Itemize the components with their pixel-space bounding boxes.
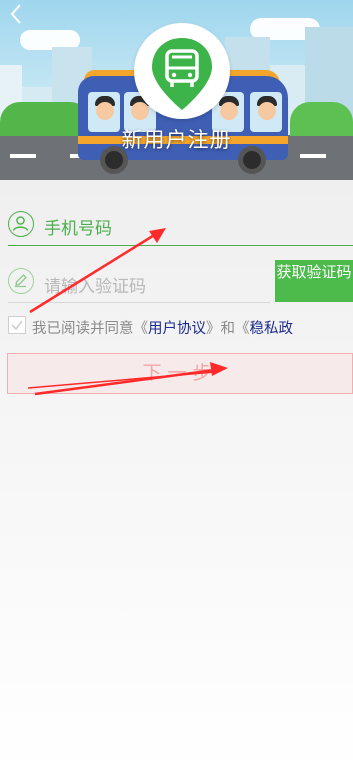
road-marking: [300, 154, 326, 158]
privacy-policy-link[interactable]: 稳私政: [250, 321, 294, 337]
back-arrow-icon[interactable]: [4, 2, 28, 26]
passenger-face: [131, 102, 149, 120]
user-icon: [8, 211, 34, 237]
agreement-checkbox[interactable]: [8, 316, 26, 334]
bus-logo-icon: [152, 38, 212, 110]
code-underline: [8, 302, 270, 303]
next-step-button[interactable]: 下一步: [7, 353, 353, 394]
agreement-prefix: 我已阅读并同意《: [32, 321, 148, 337]
verification-code-input[interactable]: 请输入验证码: [44, 272, 146, 297]
agreement-middle: 》和《: [206, 321, 250, 337]
page-title: 新用户注册: [121, 128, 232, 152]
passenger-face: [220, 102, 238, 120]
phone-underline: [8, 245, 353, 246]
road-marking: [10, 154, 36, 158]
get-code-button[interactable]: 获取验证码: [275, 260, 353, 302]
phone-input[interactable]: 手机号码: [44, 214, 112, 239]
user-agreement-link[interactable]: 用户协议: [148, 321, 206, 337]
passenger-face: [258, 102, 276, 120]
checkbox-icon: [11, 320, 23, 331]
agreement-text: 我已阅读并同意《用户协议》和《稳私政: [32, 317, 293, 338]
pencil-icon: [8, 268, 34, 294]
header-banner: 新用户注册: [0, 0, 353, 180]
passenger-face: [96, 102, 114, 120]
